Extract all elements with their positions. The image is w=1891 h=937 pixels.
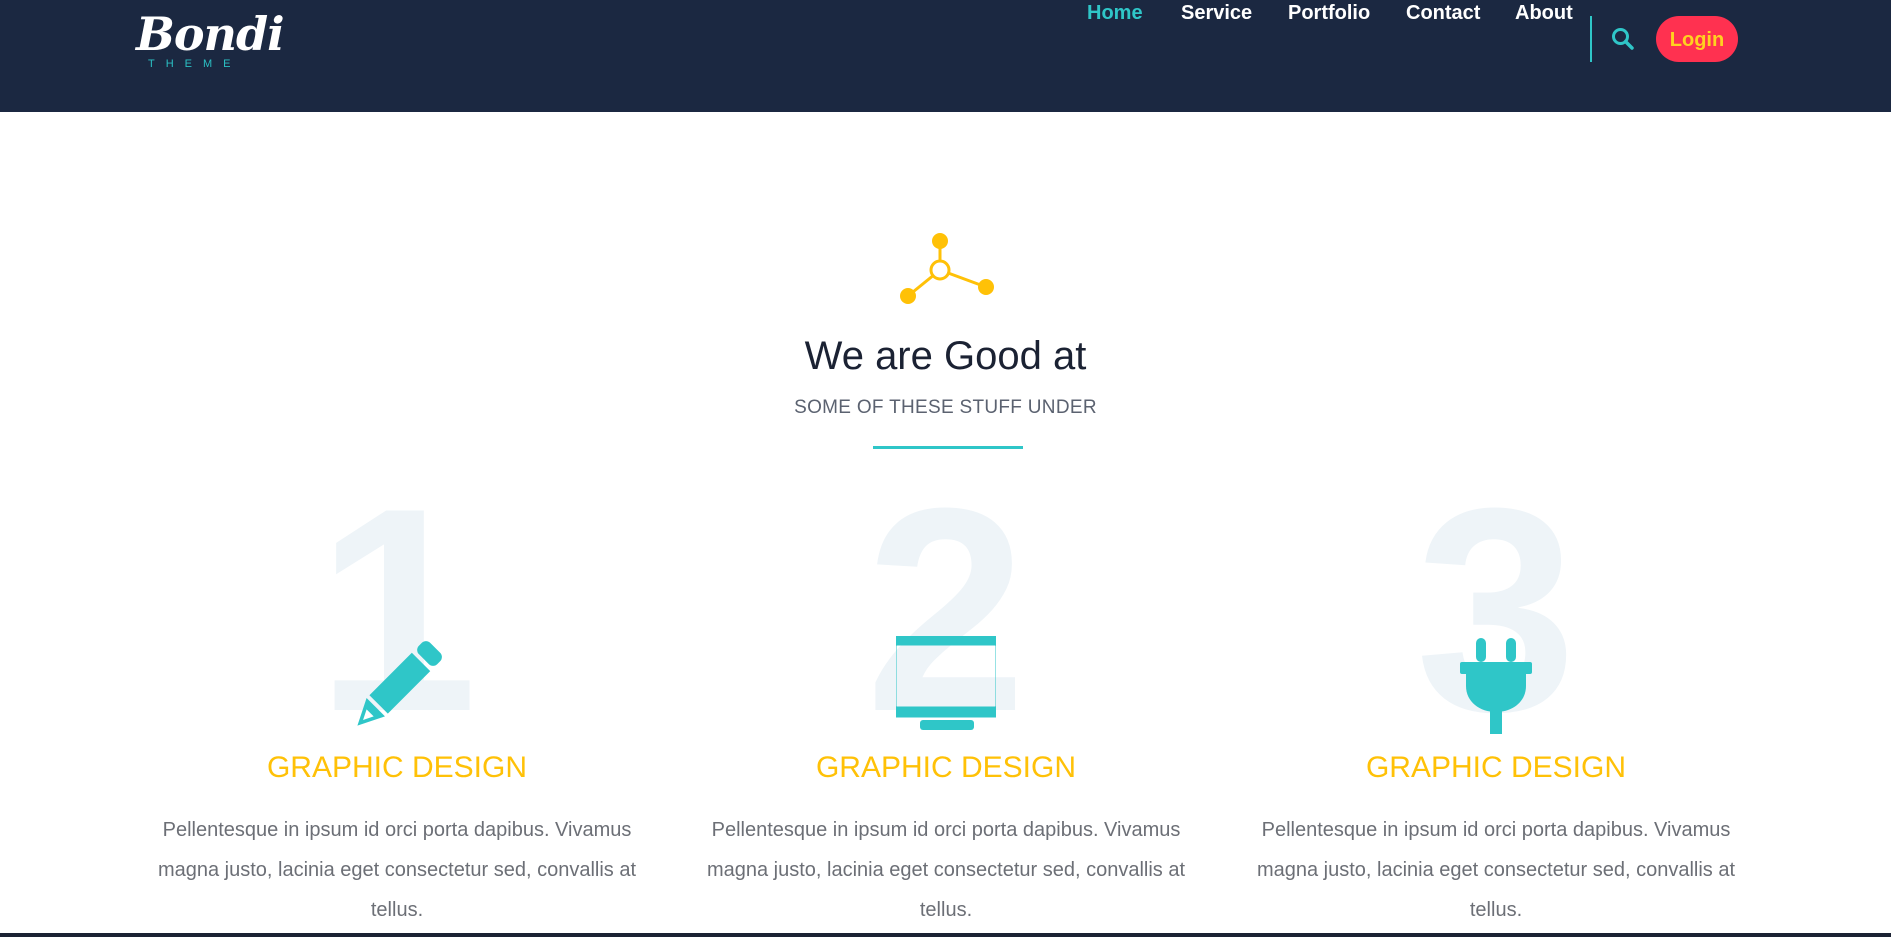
- search-icon[interactable]: [1610, 26, 1636, 52]
- site-header: Bondi THEME Home Service Portfolio Conta…: [0, 0, 1891, 112]
- nav-contact[interactable]: Contact: [1406, 0, 1480, 26]
- service-title: GRAPHIC DESIGN: [266, 751, 528, 784]
- nav-service[interactable]: Service: [1181, 0, 1252, 26]
- molecule-icon: [896, 228, 1000, 308]
- login-button[interactable]: Login: [1656, 16, 1738, 62]
- service-text: Pellentesque in ipsum id orci porta dapi…: [706, 819, 1186, 921]
- monitor-icon: [885, 634, 1007, 736]
- logo[interactable]: Bondi THEME: [136, 6, 285, 72]
- nav-home[interactable]: Home: [1087, 0, 1143, 26]
- service-title: GRAPHIC DESIGN: [815, 751, 1077, 784]
- service-card-1: 1 GRAPHIC DESIGN Pellentesque in ipsum i…: [137, 450, 657, 937]
- bottom-strip: [0, 933, 1891, 937]
- nav-divider: [1590, 16, 1592, 62]
- nav-portfolio[interactable]: Portfolio: [1288, 0, 1370, 26]
- service-text: Pellentesque in ipsum id orci porta dapi…: [1256, 819, 1736, 921]
- logo-subtext: THEME: [148, 58, 242, 70]
- nav-about[interactable]: About: [1515, 0, 1573, 26]
- plug-icon: [1446, 636, 1546, 736]
- section-title: We are Good at: [804, 334, 1087, 378]
- service-text: Pellentesque in ipsum id orci porta dapi…: [157, 819, 637, 921]
- logo-text: Bondi: [136, 7, 285, 61]
- section-subtitle: SOME OF THESE STUFF UNDER: [794, 397, 1097, 418]
- service-card-2: 2 GRAPHIC DESIGN Pellentesque in ipsum i…: [686, 450, 1206, 937]
- service-card-3: 3 GRAPHIC DESIGN Pellentesque in ipsum i…: [1236, 450, 1756, 937]
- pencil-icon: [347, 636, 447, 736]
- service-title: GRAPHIC DESIGN: [1365, 751, 1627, 784]
